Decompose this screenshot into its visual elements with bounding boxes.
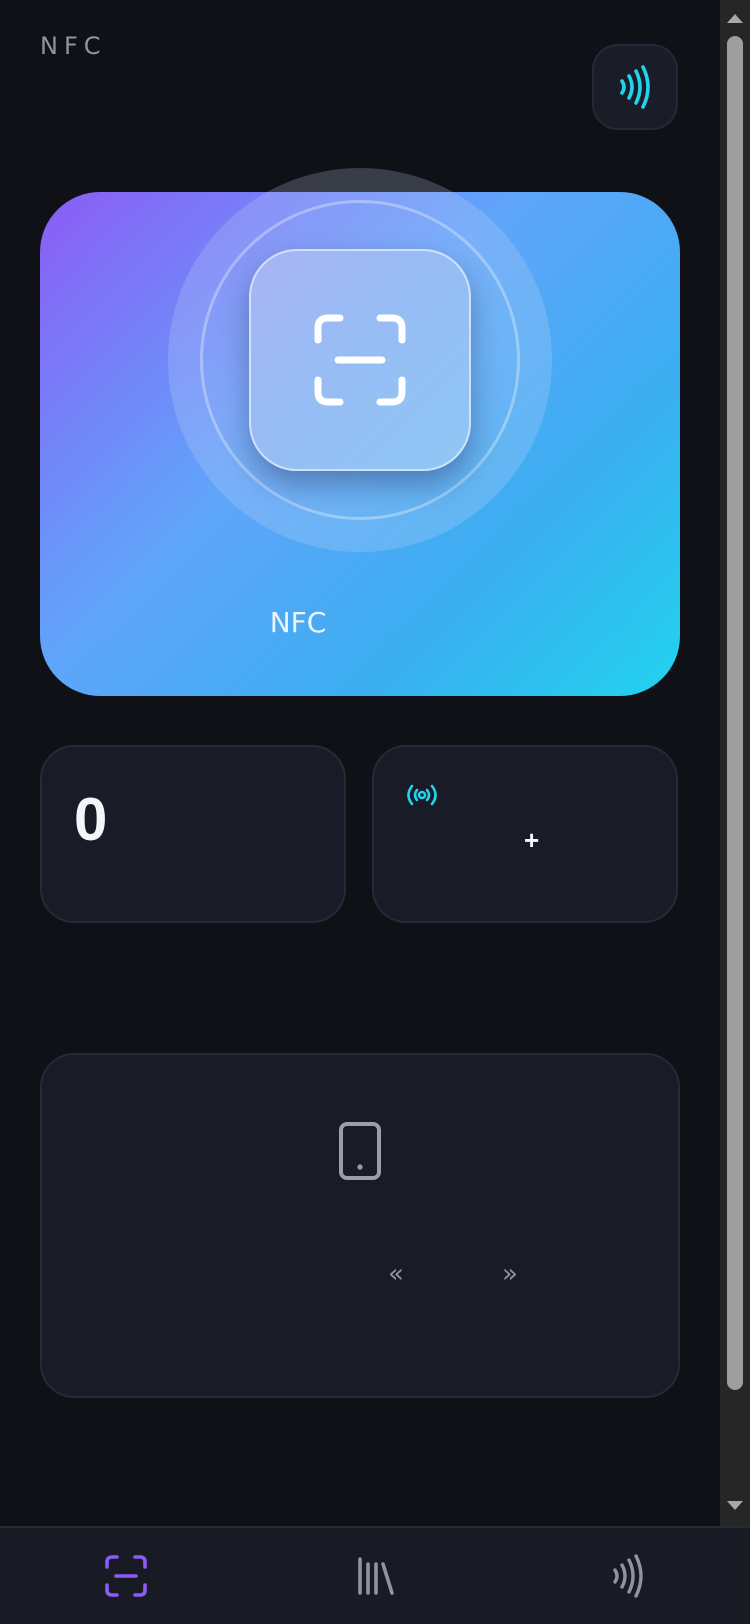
tab-scan[interactable] (96, 1546, 156, 1606)
scan-button[interactable] (249, 249, 471, 471)
add-tag-card[interactable]: + (372, 745, 678, 923)
scan-frame-icon (314, 314, 406, 406)
nfc-wave-icon (613, 1554, 643, 1598)
next-button[interactable]: » (502, 1259, 518, 1289)
scrollbar[interactable] (720, 0, 750, 1526)
nfc-toggle-button[interactable] (592, 44, 678, 130)
device-panel: « » (40, 1053, 680, 1398)
main-content: NFC NFC 0 + « » (0, 0, 720, 1526)
scrollbar-thumb[interactable] (727, 36, 743, 1390)
add-button[interactable]: + (524, 825, 539, 856)
library-icon (358, 1557, 394, 1595)
tab-nfc[interactable] (598, 1546, 658, 1606)
scan-frame-icon (105, 1555, 147, 1597)
scan-count-card: 0 (40, 745, 346, 923)
nfc-wave-icon (620, 65, 650, 109)
scroll-down-arrow-icon[interactable] (727, 1500, 743, 1512)
scroll-up-arrow-icon[interactable] (727, 12, 743, 24)
scan-count: 0 (74, 786, 108, 853)
signal-broadcast-icon (407, 784, 437, 806)
smartphone-icon (339, 1122, 381, 1180)
bottom-tab-bar (0, 1526, 750, 1624)
previous-button[interactable]: « (388, 1259, 404, 1289)
page-title: NFC (40, 32, 107, 60)
tab-library[interactable] (346, 1546, 406, 1606)
hero-label: NFC (269, 606, 327, 639)
